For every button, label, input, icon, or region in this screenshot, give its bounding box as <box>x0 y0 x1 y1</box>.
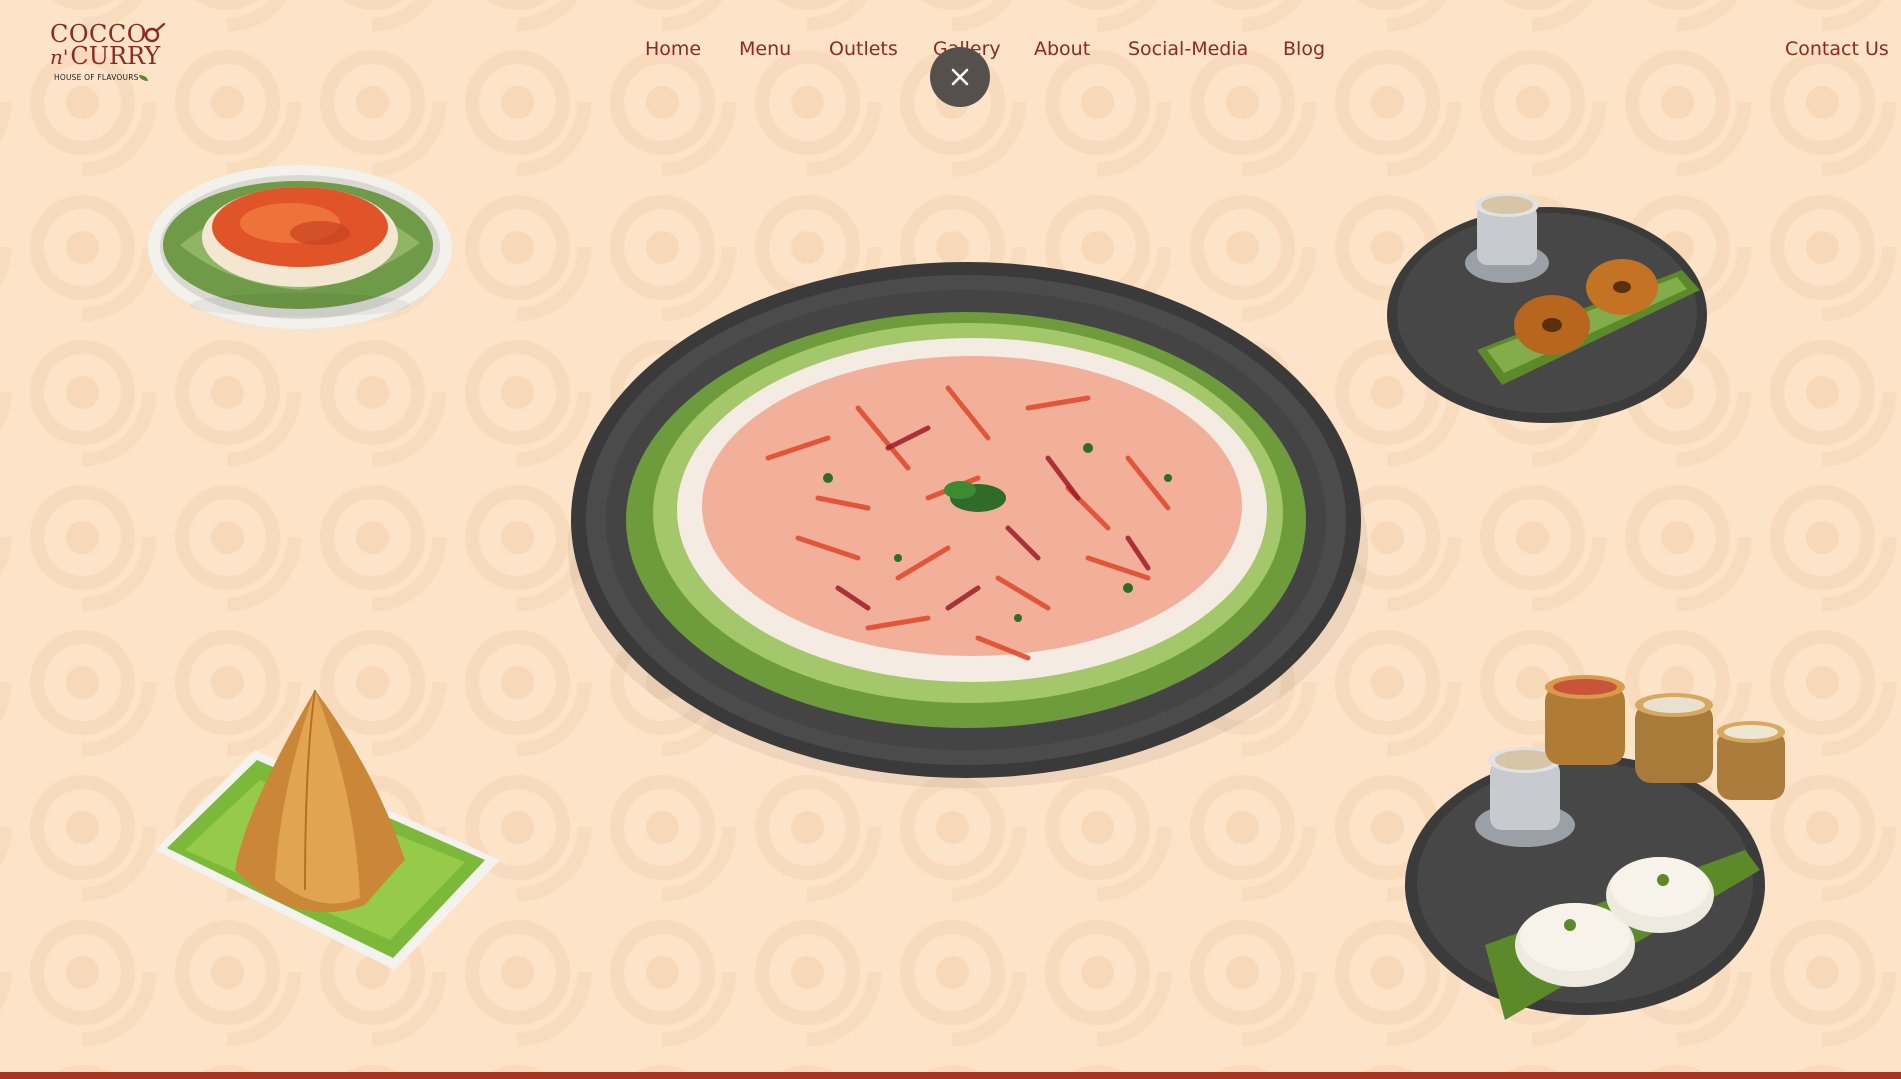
close-button[interactable] <box>930 47 990 107</box>
masala-idli-plate-image[interactable] <box>140 155 460 340</box>
uttapam-plate-image[interactable] <box>568 258 1368 788</box>
logo-tagline: HOUSE OF FLAVOURS <box>54 73 139 82</box>
nav-contact-us[interactable]: Contact Us <box>1785 38 1889 60</box>
nav-social-media[interactable]: Social-Media <box>1128 38 1248 60</box>
close-icon <box>951 68 969 86</box>
nav-menu[interactable]: Menu <box>739 38 791 60</box>
medu-vada-coffee-plate-image[interactable] <box>1382 175 1712 425</box>
bottom-bar <box>0 1072 1901 1079</box>
idli-coffee-chutney-plate-image[interactable] <box>1395 675 1805 1025</box>
nav-outlets[interactable]: Outlets <box>829 38 898 60</box>
nav-about[interactable]: About <box>1034 38 1090 60</box>
cone-dosa-plate-image[interactable] <box>145 690 505 970</box>
leaf-icon <box>139 75 148 81</box>
nav-blog[interactable]: Blog <box>1283 38 1325 60</box>
nav-home[interactable]: Home <box>645 38 701 60</box>
